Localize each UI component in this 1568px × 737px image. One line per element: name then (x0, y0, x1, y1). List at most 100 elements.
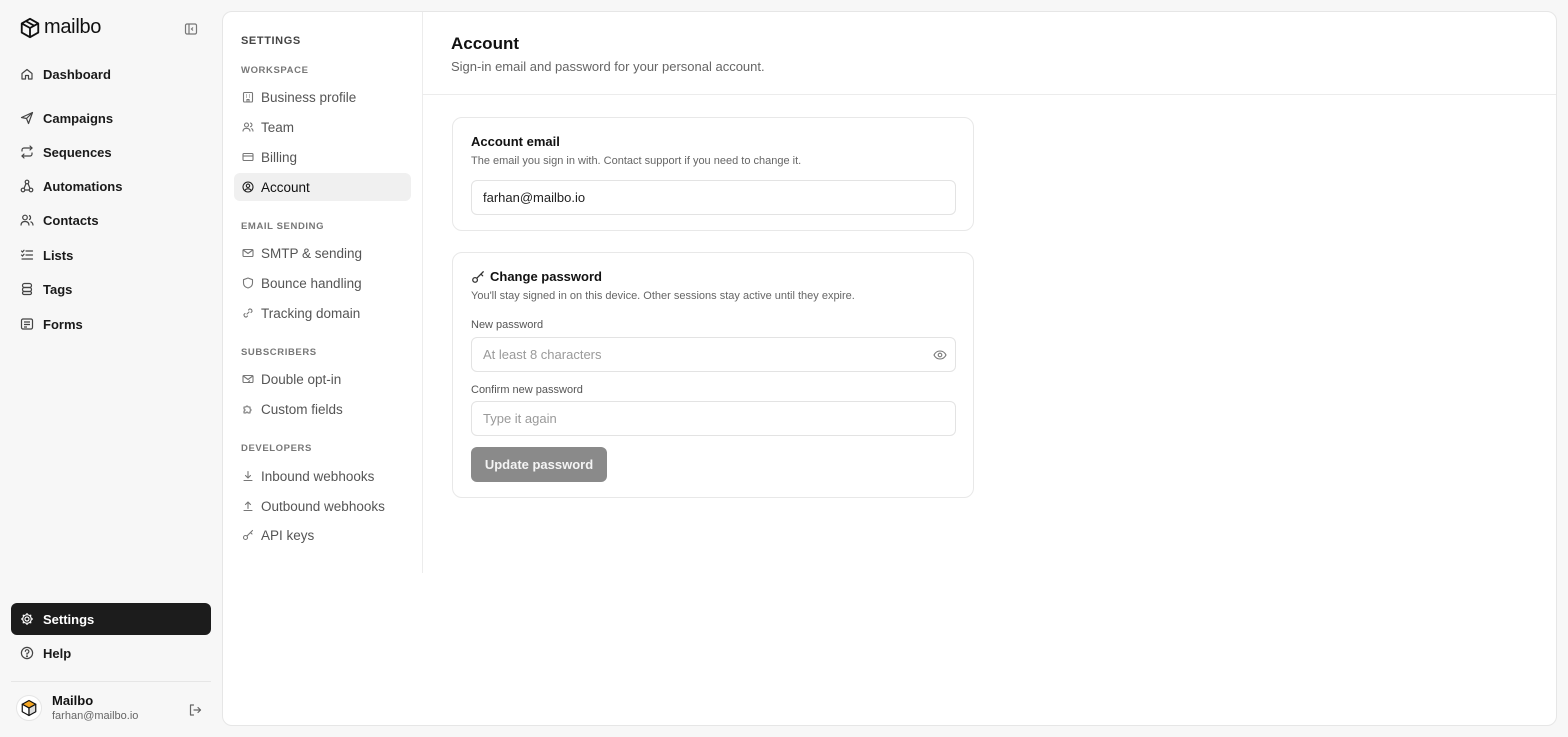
home-icon (20, 67, 34, 81)
change-password-card: Change password You'll stay signed in on… (452, 252, 974, 498)
section-label-workspace: WORKSPACE (241, 65, 309, 76)
settings-item-smtp[interactable]: SMTP & sending (234, 239, 411, 267)
sidebar-item-label: Tags (43, 281, 73, 297)
main-panel: SETTINGS WORKSPACE Business profile Team… (222, 11, 1557, 726)
sidebar-item-tags[interactable]: Tags (11, 273, 211, 305)
list-icon (20, 248, 34, 262)
sidebar-item-contacts[interactable]: Contacts (11, 204, 211, 236)
settings-item-account[interactable]: Account (234, 173, 411, 201)
section-label-email-sending: EMAIL SENDING (241, 221, 325, 232)
change-password-header: Change password (471, 269, 602, 284)
settings-nav-title: SETTINGS (241, 35, 301, 47)
repeat-icon (20, 145, 34, 159)
box-logo-icon (19, 17, 41, 39)
mail-open-icon (242, 373, 254, 385)
users-icon (20, 213, 34, 227)
users-icon (242, 121, 254, 133)
sidebar-item-label: Settings (43, 611, 95, 627)
eye-icon[interactable] (933, 348, 947, 362)
gear-icon (20, 612, 34, 626)
brand-name: mailbo (44, 16, 102, 38)
sidebar-item-label: Lists (43, 247, 74, 263)
settings-item-label: API keys (261, 527, 315, 543)
settings-nav: SETTINGS WORKSPACE Business profile Team… (223, 12, 423, 573)
account-email-title: Account email (471, 134, 560, 149)
change-password-description: You'll stay signed in on this device. Ot… (471, 290, 855, 302)
account-email-field[interactable] (471, 180, 956, 215)
sidebar-item-forms[interactable]: Forms (11, 308, 211, 340)
user-circle-icon (242, 181, 254, 193)
sidebar-item-campaigns[interactable]: Campaigns (11, 102, 211, 134)
send-icon (20, 111, 34, 125)
confirm-password-input[interactable] (471, 401, 956, 436)
sidebar-item-label: Help (43, 645, 72, 661)
update-password-button[interactable]: Update password (471, 447, 607, 482)
sidebar-item-label: Dashboard (43, 66, 111, 82)
settings-item-inbound-webhooks[interactable]: Inbound webhooks (234, 462, 411, 490)
settings-item-label: Billing (261, 149, 298, 165)
key-icon (471, 270, 484, 283)
account-email-description: The email you sign in with. Contact supp… (471, 155, 802, 167)
shield-icon (242, 277, 254, 289)
settings-item-billing[interactable]: Billing (234, 143, 411, 171)
settings-item-label: Custom fields (261, 401, 343, 417)
settings-item-bounce-handling[interactable]: Bounce handling (234, 269, 411, 297)
page-subtitle: Sign-in email and password for your pers… (451, 59, 765, 74)
settings-item-label: Tracking domain (261, 305, 361, 321)
workflow-icon (20, 179, 34, 193)
settings-item-outbound-webhooks[interactable]: Outbound webhooks (234, 492, 411, 520)
puzzle-icon (242, 403, 254, 415)
sidebar-item-lists[interactable]: Lists (11, 239, 211, 271)
logout-icon[interactable] (188, 703, 202, 717)
form-icon (20, 317, 34, 331)
avatar (16, 694, 42, 721)
sidebar-item-dashboard[interactable]: Dashboard (11, 58, 211, 90)
section-label-subscribers: SUBSCRIBERS (241, 347, 317, 358)
settings-item-custom-fields[interactable]: Custom fields (234, 395, 411, 423)
tags-icon (20, 282, 34, 296)
sidebar-collapse-icon[interactable] (184, 22, 198, 36)
settings-item-api-keys[interactable]: API keys (234, 521, 411, 549)
account-email-card: Account email The email you sign in with… (452, 117, 974, 231)
link-icon (242, 307, 254, 319)
mail-icon (242, 247, 254, 259)
settings-item-label: Inbound webhooks (261, 468, 375, 484)
sidebar-item-sequences[interactable]: Sequences (11, 136, 211, 168)
sidebar-item-label: Automations (43, 178, 123, 194)
content-header: Account Sign-in email and password for y… (423, 12, 1556, 95)
help-icon (20, 646, 34, 660)
change-password-title: Change password (490, 269, 602, 284)
settings-item-label: Business profile (261, 89, 357, 105)
settings-item-double-opt-in[interactable]: Double opt-in (234, 365, 411, 393)
section-label-developers: DEVELOPERS (241, 443, 312, 454)
settings-item-label: SMTP & sending (261, 245, 363, 261)
sidebar-item-label: Sequences (43, 144, 112, 160)
building-icon (242, 91, 254, 103)
key-icon (242, 529, 254, 541)
new-password-input[interactable] (471, 337, 956, 372)
download-icon (242, 470, 254, 482)
settings-item-label: Double opt-in (261, 371, 342, 387)
settings-item-business-profile[interactable]: Business profile (234, 83, 411, 111)
settings-item-tracking-domain[interactable]: Tracking domain (234, 299, 411, 327)
sidebar-item-automations[interactable]: Automations (11, 170, 211, 202)
page-title: Account (451, 34, 519, 53)
user-email: farhan@mailbo.io (52, 710, 139, 722)
confirm-password-label: Confirm new password (471, 384, 583, 396)
settings-item-team[interactable]: Team (234, 113, 411, 141)
user-name: Mailbo (52, 693, 94, 708)
upload-icon (242, 500, 254, 512)
app-sidebar: mailbo Dashboard Campaigns Sequences Aut… (0, 0, 222, 737)
sidebar-item-label: Forms (43, 316, 83, 332)
sidebar-item-label: Contacts (43, 212, 99, 228)
credit-card-icon (242, 151, 254, 163)
box-logo-icon (21, 699, 37, 716)
settings-item-label: Outbound webhooks (261, 498, 385, 514)
user-profile[interactable]: Mailbo farhan@mailbo.io (16, 693, 138, 722)
sidebar-item-settings[interactable]: Settings (11, 603, 211, 635)
sidebar-item-help[interactable]: Help (11, 637, 211, 669)
sidebar-item-label: Campaigns (43, 110, 114, 126)
settings-item-label: Account (261, 179, 310, 195)
brand-logo[interactable]: mailbo (19, 16, 101, 39)
settings-item-label: Bounce handling (261, 275, 362, 291)
